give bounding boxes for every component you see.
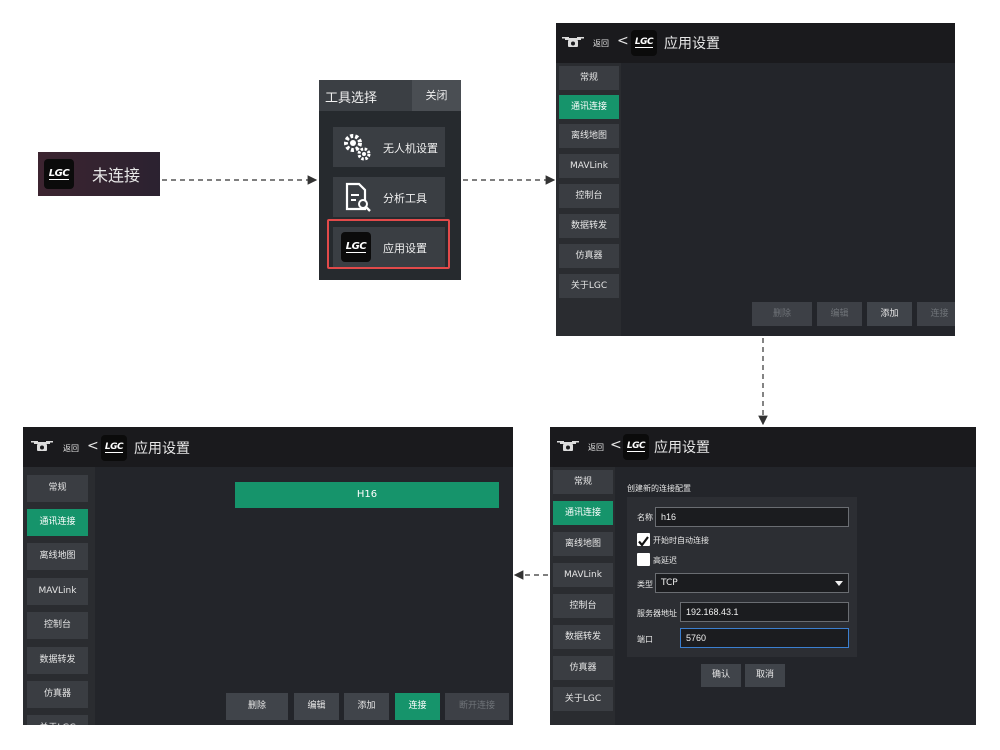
sidebar-item-general[interactable]: 常规 [27,475,88,502]
sidebar-item-mavlink[interactable]: MAVLink [553,563,613,587]
settings-sidebar: 常规 通讯连接 离线地图 MAVLink 控制台 数据转发 仿真器 关于LGC [550,467,615,725]
auto-connect-checkbox[interactable] [637,533,650,547]
sidebar-item-console[interactable]: 控制台 [27,612,88,639]
sidebar-item-offline-maps[interactable]: 离线地图 [27,543,88,570]
sidebar-item-about[interactable]: 关于LGC [553,687,613,711]
link-item-h16[interactable]: H16 [235,482,499,508]
sidebar-item-mavlink[interactable]: MAVLink [27,578,88,605]
drone-icon [31,441,53,451]
back-arrow-icon[interactable]: < [610,437,622,453]
settings-panel-new-connection: 返回 < LGC 应用设置 常规 通讯连接 离线地图 MAVLink 控制台 数… [550,427,976,725]
port-field[interactable] [680,628,849,648]
tool-item-label: 无人机设置 [383,142,438,155]
sidebar-item-comm-links[interactable]: 通讯连接 [27,509,88,536]
close-button[interactable]: 关闭 [412,80,461,111]
connection-status-text: 未连接 [92,166,141,185]
link-list-content: H16 删除 编辑 添加 连接 断开连接 [95,467,513,725]
type-select[interactable]: TCP [655,573,849,593]
cancel-button[interactable]: 取消 [745,664,785,687]
drone-icon [562,37,584,47]
page-title: 应用设置 [664,36,720,52]
sidebar-item-about[interactable]: 关于LGC [559,274,619,298]
high-latency-label: 高延迟 [653,556,677,565]
sidebar-item-simulator[interactable]: 仿真器 [553,656,613,680]
sidebar-item-about[interactable]: 关于LGC [27,715,88,725]
disconnect-button[interactable]: 断开连接 [445,693,509,720]
back-arrow-icon[interactable]: < [87,438,99,454]
page-title: 应用设置 [134,441,190,457]
form-heading: 创建新的连接配置 [627,484,691,493]
edit-button[interactable]: 编辑 [294,693,339,720]
sidebar-item-offline-maps[interactable]: 离线地图 [553,532,613,556]
lgc-logo-icon: LGC [44,159,74,189]
edit-button[interactable]: 编辑 [817,302,862,326]
settings-panel-empty: 返回 < LGC 应用设置 常规 通讯连接 离线地图 MAVLink 控制台 数… [556,23,955,336]
sidebar-item-offline-maps[interactable]: 离线地图 [559,124,619,148]
sidebar-item-general[interactable]: 常规 [553,470,613,494]
dropdown-arrow-icon [835,581,843,586]
checkmark-icon [638,536,649,547]
sidebar-item-console[interactable]: 控制台 [559,184,619,208]
settings-panel-link-list: 返回 < LGC 应用设置 常规 通讯连接 离线地图 MAVLink 控制台 数… [23,427,513,725]
name-field[interactable] [655,507,849,527]
tool-item-analyze[interactable]: 分析工具 [333,177,445,217]
sidebar-item-data-forward[interactable]: 数据转发 [553,625,613,649]
type-select-value: TCP [661,578,678,588]
connect-button[interactable]: 连接 [395,693,440,720]
sidebar-item-simulator[interactable]: 仿真器 [27,681,88,708]
sidebar-item-mavlink[interactable]: MAVLink [559,154,619,178]
back-link[interactable]: 返回 [593,38,609,49]
name-label: 名称 [637,513,653,522]
auto-connect-label: 开始时自动连接 [653,536,709,545]
sidebar-item-general[interactable]: 常规 [559,66,619,90]
add-button[interactable]: 添加 [867,302,912,326]
back-link[interactable]: 返回 [63,443,79,454]
page-title: 应用设置 [654,440,710,456]
server-address-label: 服务器地址 [637,609,677,618]
sidebar-item-comm-links[interactable]: 通讯连接 [559,95,619,119]
sidebar-item-data-forward[interactable]: 数据转发 [27,647,88,674]
gears-icon [344,134,371,161]
settings-header: 返回 < LGC 应用设置 [23,427,513,467]
sidebar-item-simulator[interactable]: 仿真器 [559,244,619,268]
back-arrow-icon[interactable]: < [617,33,629,49]
drone-icon [557,441,579,451]
lgc-logo-icon: LGC [623,434,649,460]
settings-header: 返回 < LGC 应用设置 [550,427,976,467]
server-address-field[interactable] [680,602,849,622]
settings-sidebar: 常规 通讯连接 离线地图 MAVLink 控制台 数据转发 仿真器 关于LGC [23,467,95,725]
confirm-button[interactable]: 确认 [701,664,741,687]
settings-content: 删除 编辑 添加 连接 [621,63,955,336]
type-label: 类型 [637,580,653,589]
delete-button[interactable]: 删除 [752,302,812,326]
lgc-logo-icon: LGC [631,30,657,56]
high-latency-checkbox[interactable] [637,553,650,566]
connection-status-chip[interactable]: LGC 未连接 [38,152,160,196]
tool-item-vehicle-setup[interactable]: 无人机设置 [333,127,445,167]
sidebar-item-console[interactable]: 控制台 [553,594,613,618]
settings-sidebar: 常规 通讯连接 离线地图 MAVLink 控制台 数据转发 仿真器 关于LGC [556,63,621,336]
port-label: 端口 [637,635,653,644]
tool-item-label: 分析工具 [383,192,427,205]
dialog-title: 工具选择 [325,91,378,106]
delete-button[interactable]: 删除 [226,693,288,720]
document-search-icon [345,182,371,212]
connect-button[interactable]: 连接 [917,302,955,326]
connection-form-area: 创建新的连接配置 名称 开始时自动连接 高延迟 类型 TCP 服务器地址 端口 … [615,467,976,725]
add-button[interactable]: 添加 [344,693,389,720]
dialog-header: 工具选择 关闭 [319,80,461,111]
sidebar-item-comm-links[interactable]: 通讯连接 [553,501,613,525]
settings-header: 返回 < LGC 应用设置 [556,23,955,63]
back-link[interactable]: 返回 [588,442,604,453]
selection-highlight [327,219,450,269]
sidebar-item-data-forward[interactable]: 数据转发 [559,214,619,238]
lgc-logo-icon: LGC [101,435,127,461]
